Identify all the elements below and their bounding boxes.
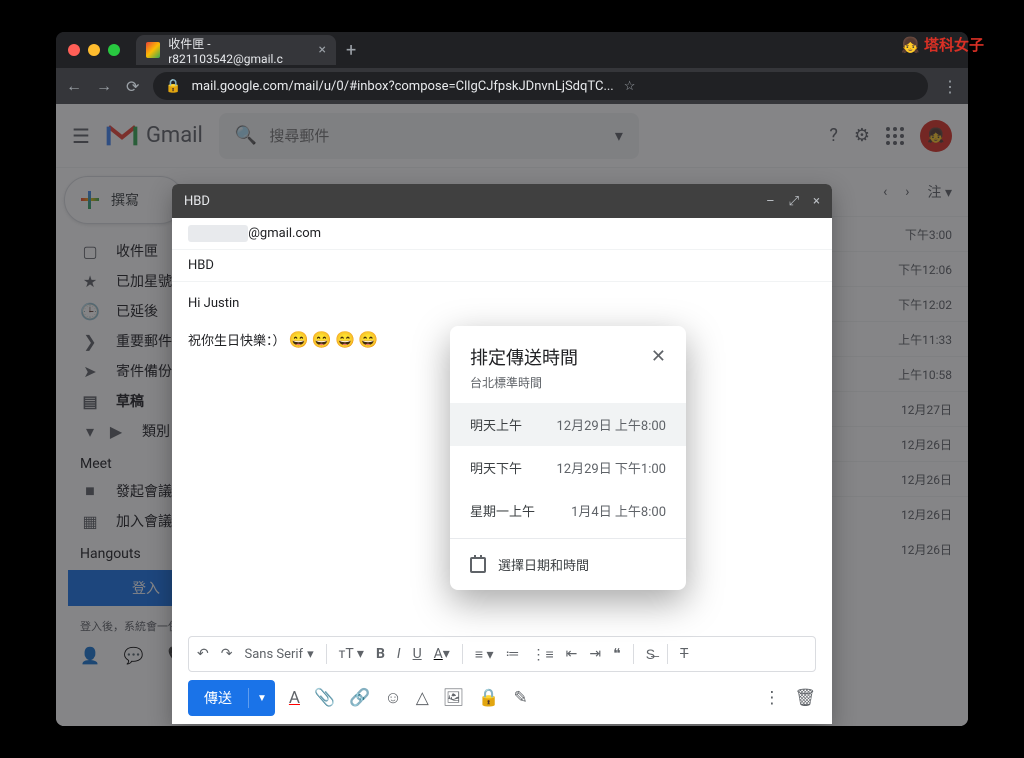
reload-button[interactable]: ⟳ [126, 77, 139, 96]
browser-window: 收件匣 - r821103542@gmail.c × + ← → ⟳ 🔒 mai… [56, 32, 968, 726]
font-select[interactable]: Sans Serif ▾ [244, 647, 313, 662]
watermark: 👧 塔科女子 [901, 34, 984, 55]
image-icon[interactable]: 🖼 [443, 688, 465, 708]
underline-icon[interactable]: U [413, 646, 422, 662]
indent-less-icon[interactable]: ⇤ [566, 646, 578, 662]
tab-close-icon[interactable]: × [319, 42, 326, 58]
body-line-1: Hi Justin [188, 292, 816, 317]
address-bar: ← → ⟳ 🔒 mail.google.com/mail/u/0/#inbox?… [56, 68, 968, 104]
browser-tab[interactable]: 收件匣 - r821103542@gmail.c × [136, 35, 336, 65]
drive-icon[interactable]: △ [416, 688, 429, 708]
compose-footer: 傳送 ▼ A 📎 🔗 ☺ △ 🖼 🔒 ✎ ⋮ 🗑 [172, 672, 832, 724]
confidential-icon[interactable]: 🔒 [478, 688, 499, 708]
emoji-grin-icon: 😄 [358, 330, 378, 349]
bullet-list-icon[interactable]: ⋮≡ [532, 646, 554, 663]
gmail-favicon-icon [146, 42, 160, 58]
tab-title: 收件匣 - r821103542@gmail.c [168, 35, 310, 66]
schedule-option-value: 12月29日 下午1:00 [556, 458, 666, 477]
compose-close-icon[interactable]: × [813, 194, 820, 209]
strikethrough-icon[interactable]: S̶ [646, 646, 655, 663]
schedule-option[interactable]: 明天上午 12月29日 上午8:00 [450, 403, 686, 446]
emoji-grin-icon: 😄 [335, 330, 355, 349]
compose-minimize-icon[interactable]: – [766, 194, 775, 209]
new-tab-button[interactable]: + [346, 40, 356, 61]
emoji-icon[interactable]: ☺ [384, 688, 401, 708]
compose-expand-icon[interactable]: ⤢ [789, 194, 799, 209]
discard-icon[interactable]: 🗑 [794, 688, 816, 708]
schedule-option-value: 1月4日 上午8:00 [571, 501, 666, 520]
send-button[interactable]: 傳送 ▼ [188, 680, 275, 716]
link-icon[interactable]: 🔗 [349, 688, 370, 708]
redo-icon[interactable]: ↷ [221, 646, 233, 662]
gmail-app: ☰ Gmail 🔍 ▾ ? ⚙ 👧 [56, 104, 968, 726]
url-field[interactable]: 🔒 mail.google.com/mail/u/0/#inbox?compos… [153, 72, 928, 100]
indent-more-icon[interactable]: ⇥ [589, 646, 601, 662]
bold-icon[interactable]: B [376, 646, 385, 662]
attach-icon[interactable]: 📎 [314, 688, 335, 708]
text-format-icon[interactable]: A [289, 688, 300, 708]
schedule-custom-option[interactable]: 選擇日期和時間 [450, 539, 686, 590]
italic-icon[interactable]: I [397, 646, 401, 662]
schedule-option-label: 星期一上午 [470, 501, 535, 520]
url-text: mail.google.com/mail/u/0/#inbox?compose=… [192, 79, 614, 94]
schedule-title: 排定傳送時間 [470, 344, 578, 370]
maximize-window-button[interactable] [108, 44, 120, 56]
body-line-2: 祝你生日快樂：） [188, 334, 286, 349]
minimize-window-button[interactable] [88, 44, 100, 56]
star-icon[interactable]: ☆ [624, 79, 636, 94]
browser-menu-button[interactable]: ⋮ [942, 77, 958, 96]
schedule-send-dialog: 排定傳送時間 ✕ 台北標準時間 明天上午 12月29日 上午8:00 明天下午 12月… [450, 326, 686, 590]
tab-strip: 收件匣 - r821103542@gmail.c × + [136, 32, 356, 68]
schedule-option-label: 明天上午 [470, 415, 522, 434]
schedule-option[interactable]: 星期一上午 1月4日 上午8:00 [450, 489, 686, 532]
numbered-list-icon[interactable]: ≔ [506, 646, 520, 662]
schedule-close-icon[interactable]: ✕ [651, 346, 666, 367]
recipient-domain: @gmail.com [248, 226, 321, 241]
titlebar: 收件匣 - r821103542@gmail.c × + [56, 32, 968, 68]
schedule-option-value: 12月29日 上午8:00 [556, 415, 666, 434]
send-dropdown-icon[interactable]: ▼ [249, 693, 275, 704]
format-toolbar: ↶ ↷ Sans Serif ▾ тT ▾ B I U A ▾ ≡ ▾ ≔ ⋮≡… [188, 636, 816, 672]
pen-icon[interactable]: ✎ [514, 688, 528, 708]
more-options-icon[interactable]: ⋮ [763, 688, 780, 708]
emoji-grin-icon: 😄 [289, 330, 309, 349]
quote-icon[interactable]: ❝ [613, 646, 621, 662]
close-window-button[interactable] [68, 44, 80, 56]
schedule-custom-label: 選擇日期和時間 [498, 555, 589, 574]
clear-format-icon[interactable]: T [680, 646, 688, 662]
compose-to-field[interactable]: xxxxx@gmail.com [172, 218, 832, 250]
align-icon[interactable]: ≡ ▾ [475, 646, 494, 663]
lock-icon: 🔒 [165, 79, 181, 94]
compose-header[interactable]: HBD – ⤢ × [172, 184, 832, 218]
font-size-icon[interactable]: тT ▾ [339, 646, 364, 662]
window-controls [68, 44, 120, 56]
schedule-option[interactable]: 明天下午 12月29日 下午1:00 [450, 446, 686, 489]
recipient-masked: xxxxx [188, 225, 248, 242]
schedule-option-label: 明天下午 [470, 458, 522, 477]
compose-subject-field[interactable]: HBD [172, 250, 832, 282]
forward-button[interactable]: → [96, 76, 112, 96]
emoji-grin-icon: 😄 [312, 330, 332, 349]
compose-title: HBD [184, 194, 210, 209]
back-button[interactable]: ← [66, 76, 82, 96]
calendar-icon [470, 557, 486, 573]
undo-icon[interactable]: ↶ [197, 646, 209, 662]
schedule-subtitle: 台北標準時間 [450, 374, 686, 403]
text-color-icon[interactable]: A ▾ [434, 646, 450, 662]
